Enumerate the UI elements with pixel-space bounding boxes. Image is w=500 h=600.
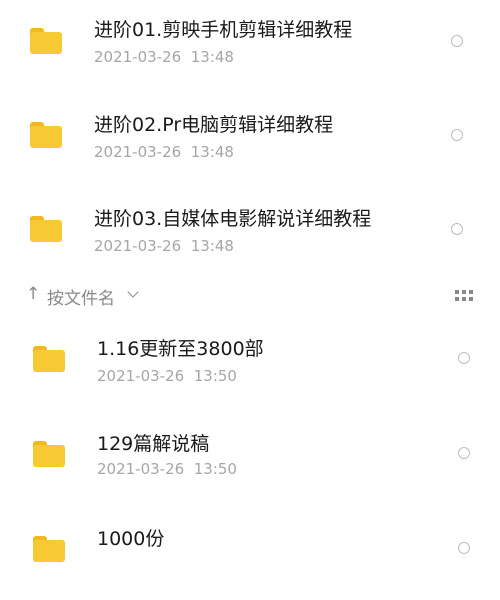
select-radio[interactable] (458, 447, 470, 459)
select-radio[interactable] (451, 35, 463, 47)
grid-view-icon-dot (455, 297, 459, 301)
file-date-day: 2021-03-26 (94, 237, 182, 255)
file-date: 2021-03-26 13:48 (94, 237, 234, 255)
sort-bar: ↑ 按文件名 (0, 278, 500, 314)
file-name: 进阶01.剪映手机剪辑详细教程 (94, 19, 353, 41)
file-name: 进阶02.Pr电脑剪辑详细教程 (94, 114, 334, 136)
folder-icon-body (33, 350, 65, 372)
file-date: 2021-03-26 13:50 (97, 367, 237, 385)
sort-by-name-button[interactable]: 按文件名 (47, 284, 115, 309)
file-name: 129篇解说稿 (97, 433, 210, 455)
folder-icon (33, 536, 65, 562)
file-date-day: 2021-03-26 (94, 143, 182, 161)
file-date-time: 13:48 (190, 143, 234, 161)
file-date-time: 13:50 (193, 460, 237, 478)
grid-view-icon-dot (455, 290, 459, 294)
file-date-day: 2021-03-26 (94, 48, 182, 66)
file-date-time: 13:48 (190, 237, 234, 255)
folder-icon-body (30, 32, 62, 54)
file-name: 1000份 (97, 528, 165, 550)
grid-view-icon-dot (462, 290, 466, 294)
grid-view-icon-dot (462, 297, 466, 301)
file-row[interactable]: 1.16更新至3800部 2021-03-26 13:50 (0, 314, 500, 410)
file-row[interactable]: 129篇解说稿 2021-03-26 13:50 (0, 409, 500, 505)
chevron-down-icon[interactable] (127, 286, 139, 298)
file-date-day: 2021-03-26 (97, 367, 185, 385)
file-row[interactable]: 进阶01.剪映手机剪辑详细教程 2021-03-26 13:48 (0, 0, 500, 96)
file-name: 1.16更新至3800部 (97, 338, 264, 360)
grid-view-icon-dot (469, 290, 473, 294)
folder-icon (33, 441, 65, 467)
folder-icon (30, 216, 62, 242)
file-date: 2021-03-26 13:48 (94, 48, 234, 66)
file-date-time: 13:50 (193, 367, 237, 385)
folder-icon-body (30, 126, 62, 148)
folder-icon (30, 122, 62, 148)
file-date-day: 2021-03-26 (97, 460, 185, 478)
folder-icon-body (33, 540, 65, 562)
file-date: 2021-03-26 13:50 (97, 460, 237, 478)
folder-icon-body (33, 445, 65, 467)
folder-icon-body (30, 220, 62, 242)
folder-icon (30, 28, 62, 54)
file-date-time: 13:48 (190, 48, 234, 66)
select-radio[interactable] (451, 223, 463, 235)
file-row[interactable]: 进阶02.Pr电脑剪辑详细教程 2021-03-26 13:48 (0, 94, 500, 190)
file-date: 2021-03-26 13:48 (94, 143, 234, 161)
select-radio[interactable] (458, 352, 470, 364)
select-radio[interactable] (451, 129, 463, 141)
grid-view-icon[interactable] (455, 290, 473, 301)
grid-view-icon-dot (469, 297, 473, 301)
file-row[interactable]: 1000份 (0, 504, 500, 600)
file-name: 进阶03.自媒体电影解说详细教程 (94, 208, 372, 230)
folder-icon (33, 346, 65, 372)
file-row[interactable]: 进阶03.自媒体电影解说详细教程 2021-03-26 13:48 (0, 188, 500, 284)
select-radio[interactable] (458, 542, 470, 554)
sort-direction-icon[interactable]: ↑ (26, 284, 40, 304)
